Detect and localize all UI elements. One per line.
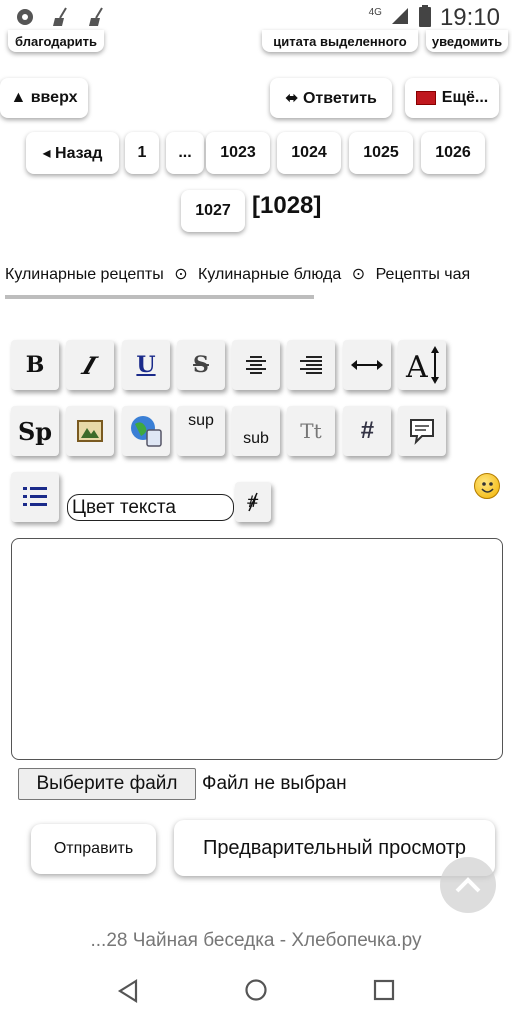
scroll-up-button[interactable]: ▲ вверх xyxy=(0,78,88,118)
more-label: Ещё... xyxy=(441,89,489,106)
pagination-back-button[interactable]: ◂ Назад xyxy=(26,132,119,174)
thank-button[interactable]: благодарить xyxy=(8,30,104,52)
clock: 19:10 xyxy=(439,4,500,31)
font-size-button[interactable]: A xyxy=(398,340,446,390)
align-right-icon xyxy=(300,356,322,374)
home-icon[interactable] xyxy=(244,978,268,1007)
quote-button[interactable] xyxy=(398,406,446,456)
font-size-icon: A xyxy=(405,346,439,385)
page-link[interactable]: 1024 xyxy=(277,132,341,174)
breadcrumb-separator: ⊙ xyxy=(174,266,188,283)
signal-icon xyxy=(390,6,410,31)
smiley-icon[interactable] xyxy=(474,473,500,499)
no-parse-button[interactable]: # xyxy=(235,482,271,522)
globe-icon xyxy=(131,416,162,447)
message-textarea[interactable] xyxy=(11,538,503,760)
hash-icon: # xyxy=(360,417,374,444)
reply-button[interactable]: ⬌ Ответить xyxy=(270,78,392,118)
align-center-icon xyxy=(246,356,266,374)
insert-link-button[interactable] xyxy=(122,406,170,456)
page-title: ...28 Чайная беседка - Хлебопечка.ру xyxy=(90,930,422,951)
notify-button[interactable]: уведомить xyxy=(426,30,508,52)
double-arrow-icon xyxy=(351,360,383,370)
current-page: [1028] xyxy=(252,192,322,219)
choose-file-button[interactable]: Выберите файл xyxy=(18,768,196,800)
chevron-up-icon xyxy=(455,877,481,893)
page-link[interactable]: 1027 xyxy=(181,190,245,232)
insert-image-button[interactable] xyxy=(66,406,114,456)
network-type: 4G xyxy=(368,6,382,18)
spoiler-icon: Sp xyxy=(17,416,53,446)
list-button[interactable] xyxy=(11,472,59,522)
align-center-button[interactable] xyxy=(232,340,280,390)
vpn-icon xyxy=(14,6,36,28)
no-parse-icon: # xyxy=(246,492,259,512)
bold-button[interactable]: B xyxy=(11,340,59,390)
horizontal-rule-button[interactable] xyxy=(343,340,391,390)
svg-text:A: A xyxy=(405,350,428,385)
flag-icon xyxy=(415,91,436,105)
subscript-icon: sub xyxy=(243,430,269,447)
speech-bubble-icon xyxy=(410,419,434,445)
breadcrumb-item[interactable]: Кулинарные рецепты xyxy=(5,266,164,283)
battery-icon xyxy=(418,4,432,32)
breadcrumb-item[interactable]: Кулинарные блюда xyxy=(198,266,341,283)
monospace-button[interactable]: Tt xyxy=(287,406,335,456)
spoiler-button[interactable]: Sp xyxy=(11,406,59,456)
file-status: Файл не выбран xyxy=(202,773,347,794)
strikethrough-icon: S xyxy=(193,352,209,378)
page-link[interactable]: 1026 xyxy=(421,132,485,174)
back-icon[interactable] xyxy=(116,978,140,1009)
page-link[interactable]: 1025 xyxy=(349,132,413,174)
underline-icon: U xyxy=(136,352,156,378)
italic-button[interactable]: I xyxy=(66,340,114,390)
image-icon xyxy=(77,420,103,442)
breadcrumb-separator: ⊙ xyxy=(351,266,366,283)
more-button[interactable]: Ещё... xyxy=(405,78,499,118)
code-button[interactable]: # xyxy=(343,406,391,456)
system-navigation-bar xyxy=(0,960,512,1024)
list-icon xyxy=(23,487,47,506)
page-link[interactable]: 1023 xyxy=(206,132,270,174)
superscript-button[interactable]: sup xyxy=(177,406,225,456)
underline-button[interactable]: U xyxy=(122,340,170,390)
strikethrough-button[interactable]: S xyxy=(177,340,225,390)
breadcrumb-scrollbar[interactable] xyxy=(5,295,314,299)
recents-icon[interactable] xyxy=(373,979,395,1006)
scroll-to-top-button[interactable] xyxy=(440,857,496,913)
superscript-icon: sup xyxy=(188,412,214,429)
breadcrumb-item[interactable]: Рецепты чая xyxy=(376,266,471,283)
align-right-button[interactable] xyxy=(287,340,335,390)
page-ellipsis[interactable]: ... xyxy=(166,132,204,174)
bold-icon: B xyxy=(25,352,45,378)
italic-icon: I xyxy=(79,350,101,380)
monospace-icon: Tt xyxy=(300,419,322,443)
broom-icon xyxy=(86,6,108,28)
submit-button[interactable]: Отправить xyxy=(31,824,156,874)
page-link[interactable]: 1 xyxy=(125,132,159,174)
broom-icon xyxy=(50,6,72,28)
notification-icons xyxy=(14,6,108,28)
text-color-select[interactable]: Цвет текста xyxy=(67,494,234,521)
subscript-button[interactable]: sub xyxy=(232,406,280,456)
breadcrumb: Кулинарные рецепты ⊙ Кулинарные блюда ⊙ … xyxy=(5,264,470,284)
quote-selected-button[interactable]: цитата выделенного xyxy=(262,30,418,52)
